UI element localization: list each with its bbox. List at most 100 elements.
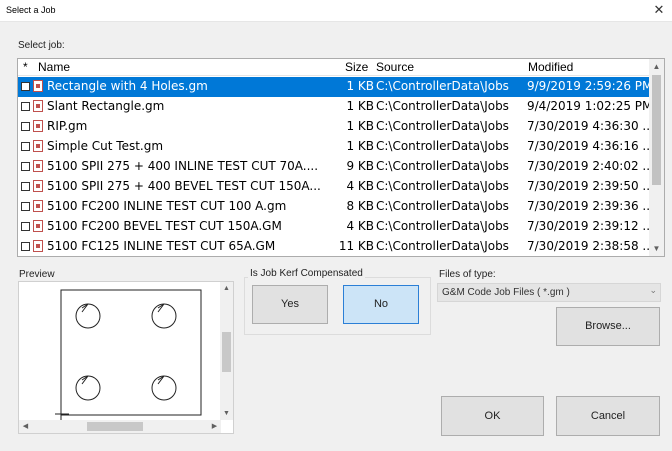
checkbox-icon[interactable] [21, 222, 30, 231]
gm-file-icon [33, 100, 43, 112]
table-row[interactable]: Simple Cut Test.gm 1 KB C:\ControllerData\… [18, 137, 650, 157]
checkbox-icon[interactable] [21, 122, 30, 131]
column-header-name[interactable]: Name [38, 60, 70, 74]
checkbox-icon[interactable] [21, 142, 30, 151]
checkbox-icon[interactable] [21, 82, 30, 91]
row-size: 1 KB [346, 139, 374, 153]
gm-file-icon [33, 200, 43, 212]
row-source: C:\ControllerData\Jobs [376, 139, 509, 153]
row-size: 4 KB [346, 219, 374, 233]
row-name: Slant Rectangle.gm [47, 99, 165, 113]
column-header-star[interactable]: * [23, 60, 28, 74]
kerf-label: Is Job Kerf Compensated [248, 268, 365, 279]
row-modified: 7/30/2019 2:38:58 ... [527, 239, 649, 253]
kerf-no-button[interactable]: No [343, 285, 419, 324]
table-row[interactable]: 5100 SPII 275 + 400 BEVEL TEST CUT 150A.… [18, 177, 650, 197]
row-modified: 7/30/2019 2:39:36 ... [527, 199, 649, 213]
scroll-down-icon[interactable]: ▼ [649, 241, 664, 256]
row-modified: 7/30/2019 4:36:30 ... [527, 119, 649, 133]
row-size: 4 KB [346, 179, 374, 193]
row-source: C:\ControllerData\Jobs [376, 159, 509, 173]
select-job-label: Select job: [18, 40, 65, 51]
row-source: C:\ControllerData\Jobs [376, 119, 509, 133]
ok-button[interactable]: OK [441, 396, 544, 436]
row-source: C:\ControllerData\Jobs [376, 99, 509, 113]
row-size: 1 KB [346, 119, 374, 133]
part-preview-drawing [55, 289, 202, 420]
table-row[interactable]: Rectangle with 4 Holes.gm 1 KB C:\Controll… [18, 77, 650, 97]
checkbox-icon[interactable] [21, 102, 30, 111]
gm-file-icon [33, 160, 43, 172]
scroll-up-icon[interactable]: ▲ [649, 59, 664, 74]
row-size: 8 KB [346, 199, 374, 213]
preview-scroll-left-icon[interactable]: ◀ [19, 420, 32, 433]
row-size: 11 KB [338, 239, 374, 253]
row-modified: 7/30/2019 2:39:50 ... [527, 179, 649, 193]
row-source: C:\ControllerData\Jobs [376, 219, 509, 233]
gm-file-icon [33, 180, 43, 192]
hole-bottom-left [75, 375, 101, 401]
row-size: 1 KB [346, 99, 374, 113]
preview-label: Preview [19, 269, 55, 280]
row-name: Simple Cut Test.gm [47, 139, 164, 153]
table-row[interactable]: 5100 FC200 INLINE TEST CUT 100 A.gm 8 KB C… [18, 197, 650, 217]
checkbox-icon[interactable] [21, 162, 30, 171]
file-type-select[interactable]: G&M Code Job Files ( *.gm ) ⌄ [437, 283, 661, 302]
gm-file-icon [33, 80, 43, 92]
row-name: Rectangle with 4 Holes.gm [47, 79, 208, 93]
title-bar: Select a Job ✕ [0, 0, 672, 22]
list-vertical-scrollbar[interactable]: ▲ ▼ [649, 59, 664, 256]
table-row[interactable]: 5100 FC200 BEVEL TEST CUT 150A.GM 4 KB C:\… [18, 217, 650, 237]
window-title: Select a Job [6, 5, 56, 15]
table-row[interactable]: 5100 SPII 275 + 400 INLINE TEST CUT 70A.… [18, 157, 650, 177]
row-size: 9 KB [346, 159, 374, 173]
preview-vscroll-thumb[interactable] [222, 332, 231, 372]
gm-file-icon [33, 120, 43, 132]
hole-bottom-right [151, 375, 177, 401]
list-header: * Name Size Source Modified [18, 59, 650, 76]
preview-pane: ▲ ▼ ◀ ▶ [18, 281, 234, 434]
row-name: 5100 SPII 275 + 400 INLINE TEST CUT 70A.… [47, 159, 319, 173]
row-source: C:\ControllerData\Jobs [376, 79, 509, 93]
row-modified: 9/9/2019 2:59:26 PM [527, 79, 649, 93]
file-type-value: G&M Code Job Files ( *.gm ) [442, 287, 570, 298]
scroll-thumb[interactable] [652, 75, 661, 185]
files-of-type-label: Files of type: [439, 269, 496, 280]
row-source: C:\ControllerData\Jobs [376, 179, 509, 193]
preview-scroll-right-icon[interactable]: ▶ [208, 420, 221, 433]
table-row[interactable]: RIP.gm 1 KB C:\ControllerData\Jobs 7/30/201… [18, 117, 650, 137]
column-header-source[interactable]: Source [376, 60, 414, 74]
checkbox-icon[interactable] [21, 202, 30, 211]
hole-top-right [151, 303, 177, 329]
hole-top-left [75, 303, 101, 329]
row-name: RIP.gm [47, 119, 88, 133]
preview-horizontal-scrollbar[interactable]: ◀ ▶ [19, 420, 221, 433]
row-size: 1 KB [346, 79, 374, 93]
part-outline [60, 289, 202, 416]
preview-scroll-down-icon[interactable]: ▼ [220, 407, 233, 420]
preview-vertical-scrollbar[interactable]: ▲ ▼ [220, 282, 233, 420]
row-modified: 7/30/2019 4:36:16 ... [527, 139, 649, 153]
close-icon[interactable]: ✕ [652, 2, 666, 18]
row-modified: 7/30/2019 2:39:12 ... [527, 219, 649, 233]
kerf-yes-button[interactable]: Yes [252, 285, 328, 324]
job-file-list[interactable]: * Name Size Source Modified Rectangle wi… [17, 58, 665, 257]
column-header-size[interactable]: Size [345, 60, 368, 74]
cancel-button[interactable]: Cancel [556, 396, 660, 436]
row-modified: 9/4/2019 1:02:25 PM [527, 99, 649, 113]
chevron-down-icon: ⌄ [649, 285, 657, 295]
gm-file-icon [33, 220, 43, 232]
checkbox-icon[interactable] [21, 242, 30, 251]
table-row[interactable]: Slant Rectangle.gm 1 KB C:\ControllerData\… [18, 97, 650, 117]
gm-file-icon [33, 140, 43, 152]
gm-file-icon [33, 240, 43, 252]
preview-hscroll-thumb[interactable] [87, 422, 143, 431]
table-row[interactable]: 5100 FC125 INLINE TEST CUT 65A.GM 11 KB C:… [18, 237, 650, 256]
row-name: 5100 FC125 INLINE TEST CUT 65A.GM [47, 239, 276, 253]
column-header-modified[interactable]: Modified [528, 60, 573, 74]
row-name: 5100 FC200 BEVEL TEST CUT 150A.GM [47, 219, 282, 233]
browse-button[interactable]: Browse... [556, 307, 660, 346]
preview-scroll-up-icon[interactable]: ▲ [220, 282, 233, 295]
row-modified: 7/30/2019 2:40:02 ... [527, 159, 649, 173]
checkbox-icon[interactable] [21, 182, 30, 191]
